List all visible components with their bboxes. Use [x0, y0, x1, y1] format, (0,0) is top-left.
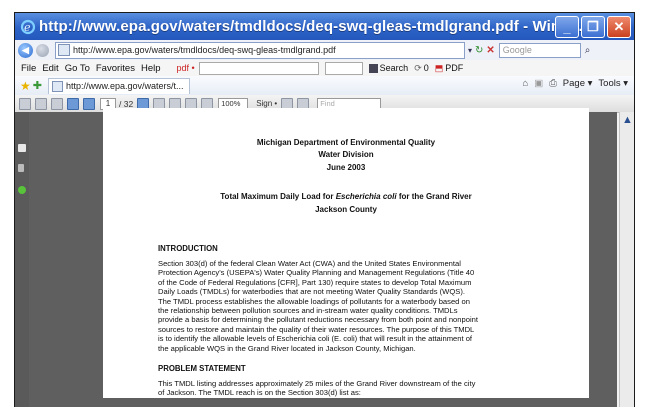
- counter-badge[interactable]: ⟳ 0: [414, 63, 429, 74]
- back-button[interactable]: ◀: [18, 42, 33, 58]
- doc-heading-agency: Michigan Department of Environmental Qua…: [256, 138, 436, 147]
- menu-bar: File Edit Go To Favorites Help pdf • Sea…: [15, 60, 634, 76]
- menu-help[interactable]: Help: [141, 63, 161, 74]
- tab-label: http://www.epa.gov/waters/t...: [65, 81, 184, 91]
- problem-paragraph: This TMDL listing addresses approximatel…: [158, 379, 578, 398]
- intro-paragraph: Section 303(d) of the federal Clean Wate…: [158, 259, 578, 353]
- forward-button[interactable]: [36, 43, 49, 57]
- maximize-button[interactable]: ❐: [581, 16, 605, 38]
- close-button[interactable]: ✕: [607, 16, 631, 38]
- ie-logo-icon: e: [20, 19, 36, 35]
- tools-menu[interactable]: Tools ▾: [598, 78, 628, 89]
- problem-heading: PROBLEM STATEMENT: [158, 364, 246, 373]
- pdf-navigation-sidebar: [15, 112, 29, 407]
- attachments-panel-icon[interactable]: [18, 164, 24, 172]
- add-favorite-icon[interactable]: ✚: [33, 79, 42, 92]
- tab-current[interactable]: http://www.epa.gov/waters/t...: [47, 77, 190, 94]
- address-bar-row: ◀ http://www.epa.gov/waters/tmdldocs/deq…: [15, 40, 634, 60]
- search-label: Search: [379, 63, 409, 73]
- pdf-dropdown[interactable]: pdf •: [177, 63, 195, 73]
- menu-file[interactable]: File: [21, 63, 36, 74]
- previous-page-icon[interactable]: [67, 97, 79, 110]
- doc-heading-division: Water Division: [318, 150, 374, 159]
- pages-panel-icon[interactable]: [18, 144, 26, 152]
- problem-line: of Jackson. The TMDL reach is on the Sec…: [158, 388, 361, 398]
- home-icon[interactable]: ⌂: [522, 78, 528, 89]
- doc-heading-date: June 2003: [326, 163, 366, 172]
- doc-title-line1: Total Maximum Daily Load for Escherichia…: [103, 192, 589, 201]
- intro-line: The TMDL process establishes the allowab…: [158, 296, 470, 306]
- search-input[interactable]: Google: [498, 42, 581, 58]
- pdf-tool-label: PDF: [445, 63, 464, 73]
- intro-line: of the Code of Federal Regulations [CFR]…: [158, 277, 472, 287]
- save-icon[interactable]: [19, 97, 31, 110]
- intro-line: sources to restore and maintain the qual…: [158, 324, 475, 334]
- address-url: http://www.epa.gov/waters/tmdldocs/deq-s…: [73, 45, 336, 55]
- intro-line: is to identify the allowable levels of E…: [158, 334, 473, 344]
- stop-icon[interactable]: ✕: [486, 45, 494, 56]
- email-icon[interactable]: [51, 97, 63, 110]
- favorites-star-icon[interactable]: ★: [20, 79, 31, 93]
- next-page-icon[interactable]: [83, 97, 95, 110]
- binoculars-icon: [368, 63, 378, 73]
- intro-line: Daily Loads (TMDLs) for waterbodies that…: [158, 287, 465, 297]
- doc-title-b: for the Grand River: [396, 192, 472, 201]
- pdf-tool-button[interactable]: ⬒ PDF: [435, 63, 464, 74]
- refresh-icon[interactable]: ↻: [475, 45, 483, 56]
- menu-favorites[interactable]: Favorites: [96, 63, 135, 74]
- address-field[interactable]: http://www.epa.gov/waters/tmdldocs/deq-s…: [55, 41, 465, 59]
- intro-line: Protection Agency's (USEPA's) Water Qual…: [158, 268, 475, 278]
- page-icon: [58, 44, 70, 56]
- menu-edit[interactable]: Edit: [42, 63, 58, 74]
- search-button[interactable]: Search: [368, 63, 409, 73]
- toolbar-search-field-2[interactable]: [324, 61, 363, 75]
- vertical-scrollbar[interactable]: ▲: [619, 112, 634, 407]
- pdf-page: Michigan Department of Environmental Qua…: [103, 108, 589, 398]
- doc-title-line2: Jackson County: [315, 205, 377, 214]
- favorites-bar: ★ ✚ http://www.epa.gov/waters/t... ⌂ ▣ ⎙…: [15, 76, 634, 96]
- tab-page-icon: [51, 80, 63, 92]
- feeds-icon[interactable]: ▣: [534, 78, 543, 89]
- minimize-button[interactable]: _: [555, 16, 579, 38]
- signatures-panel-icon[interactable]: [18, 186, 26, 194]
- counter-value: 0: [423, 63, 429, 73]
- pdf-icon: ⬒: [434, 62, 444, 73]
- problem-line: This TMDL listing addresses approximatel…: [158, 379, 476, 388]
- menu-goto[interactable]: Go To: [65, 63, 90, 74]
- print-pdf-icon[interactable]: [35, 97, 47, 110]
- scroll-up-icon[interactable]: ▲: [620, 112, 634, 127]
- intro-line: the relationship between pollution sourc…: [158, 306, 458, 316]
- intro-heading: INTRODUCTION: [158, 244, 218, 253]
- intro-line: the applicable WQS in the Grand River lo…: [158, 343, 416, 353]
- sign-button[interactable]: Sign •: [256, 99, 277, 108]
- search-placeholder: Google: [502, 45, 532, 55]
- svg-text:e: e: [24, 21, 31, 34]
- print-icon[interactable]: ⎙: [549, 78, 557, 89]
- doc-title-a: Total Maximum Daily Load for: [220, 192, 336, 201]
- cycle-icon: ⟳: [414, 62, 422, 73]
- window-title: http://www.epa.gov/waters/tmdldocs/deq-s…: [39, 18, 592, 35]
- dropdown-arrow-icon[interactable]: ▾: [468, 46, 472, 55]
- intro-line: Section 303(d) of the federal Clean Wate…: [158, 259, 461, 268]
- doc-title-italic: Escherichia coli: [335, 192, 397, 201]
- page-total: / 32: [119, 98, 134, 109]
- title-bar[interactable]: e http://www.epa.gov/waters/tmdldocs/deq…: [15, 13, 634, 40]
- search-icon[interactable]: ⌕: [585, 45, 591, 56]
- intro-line: provide a basis for determining the poll…: [158, 315, 478, 325]
- toolbar-search-field[interactable]: [198, 61, 319, 75]
- page-menu[interactable]: Page ▾: [563, 78, 593, 89]
